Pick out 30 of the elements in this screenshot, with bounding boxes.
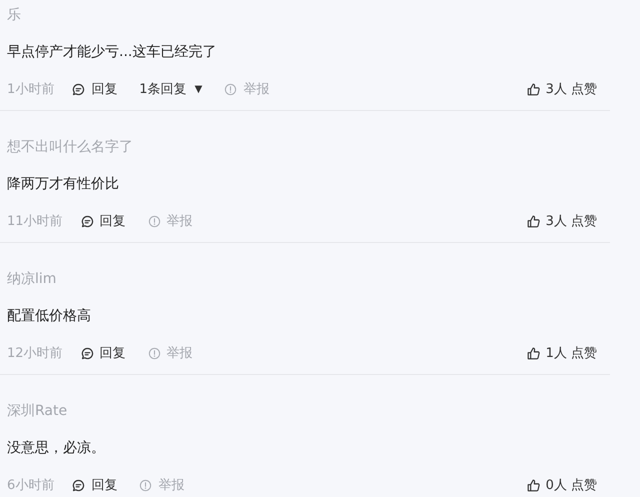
thumbs-up-icon — [526, 214, 540, 228]
reply-button[interactable]: 回复 — [80, 344, 126, 362]
comment-text: 降两万才有性价比 — [7, 175, 120, 194]
timestamp: 1小时前 — [7, 81, 54, 98]
replies-toggle[interactable]: 1条回复 ▼ — [139, 80, 202, 98]
comment-text: 配置低价格高 — [7, 307, 92, 326]
reply-button[interactable]: 回复 — [72, 80, 118, 98]
comment-text: 没意思，必凉。 — [7, 439, 106, 458]
thumbs-up-icon — [526, 346, 540, 360]
reply-button[interactable]: 回复 — [72, 476, 118, 494]
reply-button[interactable]: 回复 — [80, 212, 126, 230]
chat-bubble-icon — [72, 82, 86, 96]
chat-bubble-icon — [80, 346, 94, 360]
like-button[interactable]: 0人 点赞 — [526, 476, 597, 494]
like-button[interactable]: 3人 点赞 — [526, 212, 597, 230]
like-button[interactable]: 1人 点赞 — [526, 344, 597, 362]
timestamp: 12小时前 — [7, 345, 63, 362]
like-button[interactable]: 3人 点赞 — [526, 80, 597, 98]
comment-text: 早点停产才能少亏...这车已经完了 — [7, 43, 218, 62]
info-icon — [148, 346, 161, 360]
info-icon — [139, 478, 152, 492]
timestamp: 6小时前 — [7, 477, 54, 494]
thumbs-up-icon — [526, 82, 540, 96]
caret-icon: ▼ — [194, 84, 202, 94]
info-icon — [148, 214, 161, 228]
chat-bubble-icon — [80, 214, 94, 228]
info-icon — [224, 82, 238, 96]
chat-bubble-icon — [72, 478, 86, 492]
thumbs-up-icon — [526, 478, 540, 492]
timestamp: 11小时前 — [7, 213, 63, 230]
